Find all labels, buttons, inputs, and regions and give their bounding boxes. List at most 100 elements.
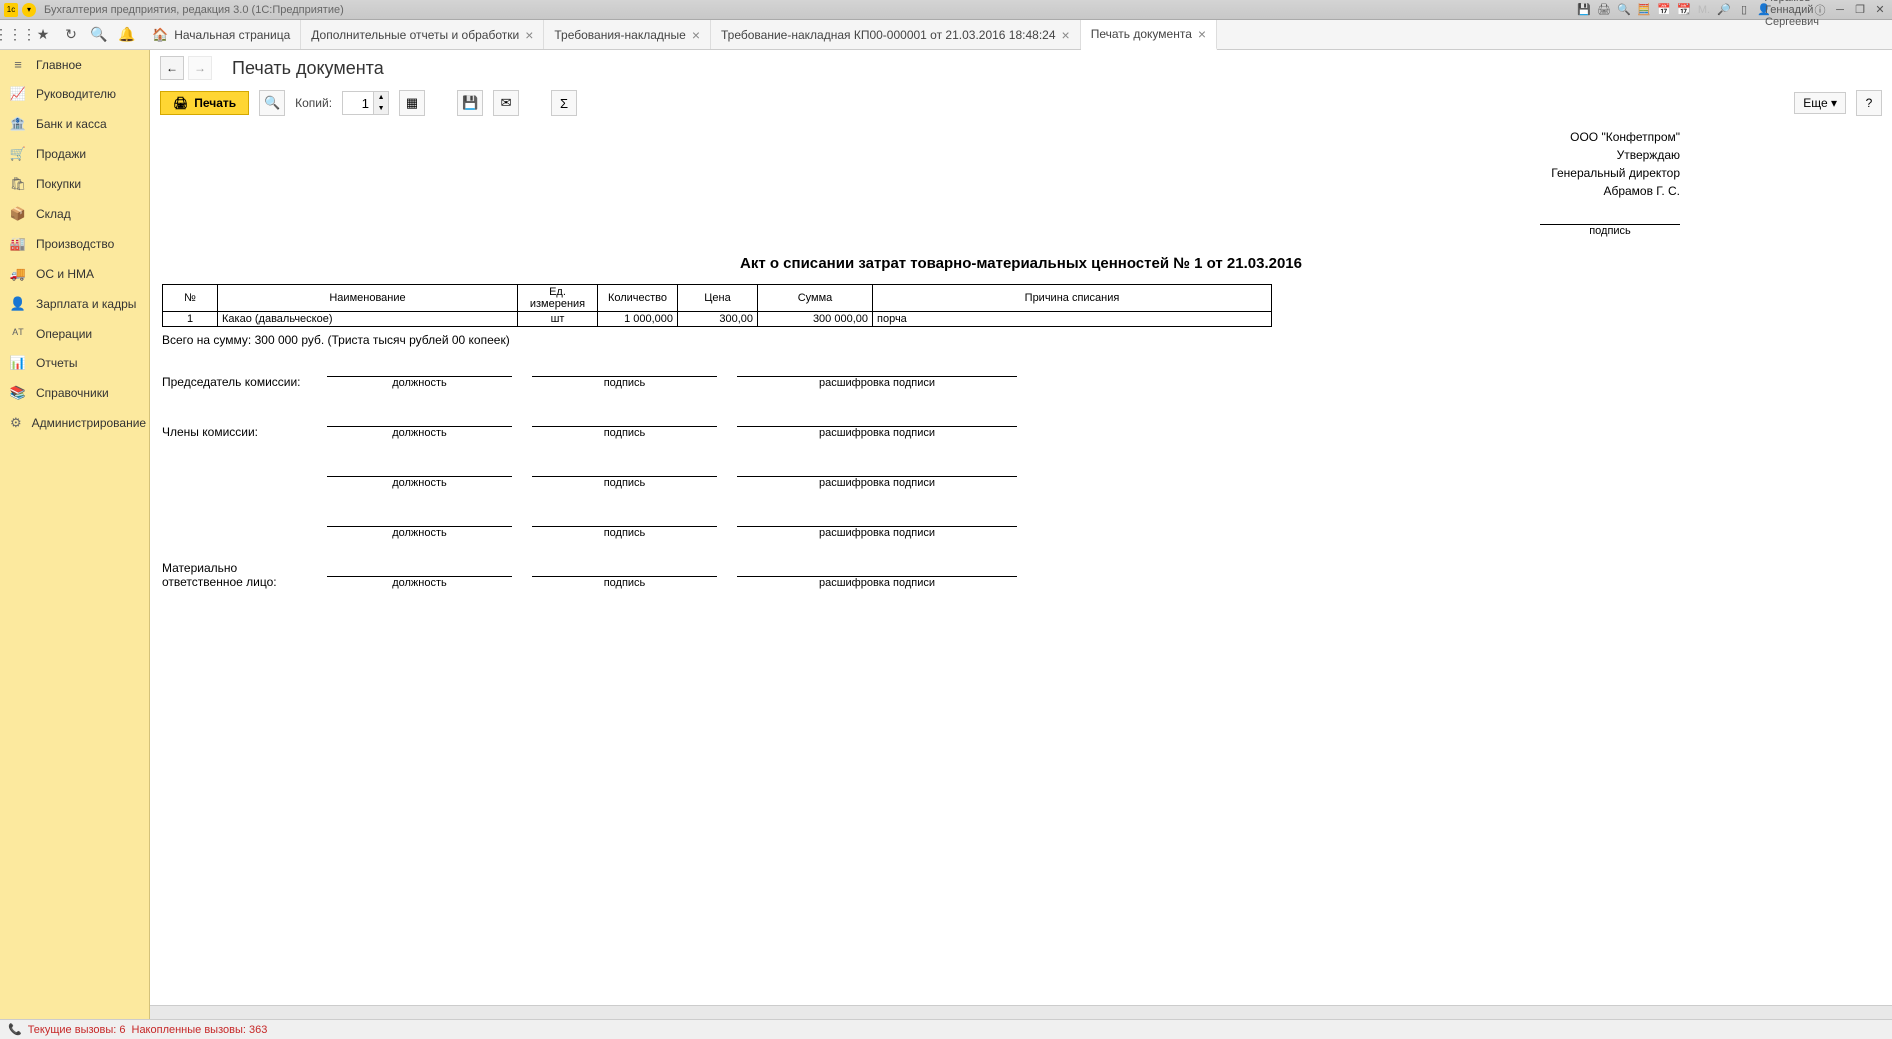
- sidebar-item-production[interactable]: 🏭 Производство: [0, 229, 149, 259]
- sidebar-item-assets[interactable]: 🚚ОС и НМА: [0, 259, 149, 289]
- sidebar-item-label: Отчеты: [36, 356, 77, 370]
- apps-icon[interactable]: ⋮⋮⋮: [6, 26, 24, 44]
- copies-label: Копий:: [295, 96, 332, 110]
- table-button[interactable]: ▦: [399, 90, 425, 116]
- close-icon[interactable]: ✕: [1872, 2, 1888, 18]
- more-button[interactable]: Еще ▾: [1794, 92, 1846, 114]
- director-title: Генеральный директор: [162, 164, 1680, 182]
- cell-sum: 300 000,00: [758, 312, 873, 327]
- close-icon[interactable]: ×: [1198, 26, 1206, 42]
- calendar-icon[interactable]: 📅: [1656, 2, 1672, 18]
- copies-spinner[interactable]: ▲ ▼: [342, 91, 389, 115]
- panel-icon[interactable]: ▯: [1736, 2, 1752, 18]
- sidebar-item-label: Производство: [36, 237, 114, 251]
- minimize-icon[interactable]: ─: [1832, 2, 1848, 18]
- dropdown-icon[interactable]: ▾: [22, 3, 36, 17]
- sidebar-item-sales[interactable]: 🛒Продажи: [0, 139, 149, 169]
- close-icon[interactable]: ×: [525, 27, 533, 43]
- document-area[interactable]: ООО "Конфетпром" Утверждаю Генеральный д…: [150, 120, 1892, 1005]
- cell-name: Какао (давальческое): [218, 312, 518, 327]
- tab-label: Дополнительные отчеты и обработки: [311, 28, 519, 42]
- search-icon[interactable]: 🔍: [90, 26, 108, 44]
- close-icon[interactable]: ×: [1062, 27, 1070, 43]
- calc-icon[interactable]: 🧮: [1636, 2, 1652, 18]
- schedule-icon[interactable]: 📆: [1676, 2, 1692, 18]
- sum-button[interactable]: Σ: [551, 90, 577, 116]
- forward-button[interactable]: →: [188, 56, 212, 80]
- help-button[interactable]: ?: [1856, 90, 1882, 116]
- sidebar: ≡Главное 📈Руководителю 🏦Банк и касса 🛒Пр…: [0, 50, 150, 1019]
- user-name[interactable]: Абрамов Геннадий Сергеевич: [1784, 2, 1800, 18]
- save-icon[interactable]: 💾: [1576, 2, 1592, 18]
- sidebar-item-bank[interactable]: 🏦Банк и касса: [0, 109, 149, 139]
- bell-icon[interactable]: 🔔: [118, 26, 136, 44]
- preview-button[interactable]: 🔍: [259, 90, 285, 116]
- info-icon[interactable]: ⓘ: [1812, 2, 1828, 18]
- save-button[interactable]: 💾: [457, 90, 483, 116]
- sidebar-item-purchases[interactable]: 🛍Покупки: [0, 169, 149, 199]
- report-icon: 📊: [10, 355, 26, 371]
- bag-icon: 🛍: [10, 176, 26, 192]
- signature-line: подпись: [1540, 224, 1680, 237]
- sidebar-item-operations[interactable]: ᴬᵀОперации: [0, 319, 149, 348]
- status-accumulated: Накопленные вызовы: 363: [132, 1024, 268, 1036]
- tab-home[interactable]: 🏠 Начальная страница: [142, 20, 301, 49]
- copies-input[interactable]: [343, 92, 373, 114]
- close-icon[interactable]: ×: [692, 27, 700, 43]
- table-row: 1 Какао (давальческое) шт 1 000,000 300,…: [163, 312, 1272, 327]
- preview-icon[interactable]: 🔍: [1616, 2, 1632, 18]
- total-line: Всего на сумму: 300 000 руб. (Триста тыс…: [162, 333, 1880, 347]
- status-icon: 📞: [8, 1023, 22, 1036]
- cell-qty: 1 000,000: [598, 312, 678, 327]
- tab-requirement-doc[interactable]: Требование-накладная КП00-000001 от 21.0…: [711, 20, 1081, 49]
- sign-caption: подпись: [1540, 225, 1680, 237]
- cap-decipher: расшифровка подписи: [737, 377, 1017, 389]
- sidebar-item-salary[interactable]: 👤Зарплата и кадры: [0, 289, 149, 319]
- cell-num: 1: [163, 312, 218, 327]
- spinner-up-icon[interactable]: ▲: [374, 92, 388, 103]
- factory-icon: 🏭: [10, 236, 26, 252]
- print-icon[interactable]: 🖨: [1596, 2, 1612, 18]
- director-name: Абрамов Г. С.: [162, 182, 1680, 200]
- sidebar-item-manager[interactable]: 📈Руководителю: [0, 79, 149, 109]
- person-icon: 👤: [10, 296, 26, 312]
- box-icon: 📦: [10, 206, 26, 222]
- tab-requirements[interactable]: Требования-накладные ×: [544, 20, 711, 49]
- books-icon: 📚: [10, 385, 26, 401]
- org-name: ООО "Конфетпром": [162, 128, 1680, 146]
- doc-title: Акт о списании затрат товарно-материальн…: [162, 255, 1880, 272]
- sidebar-item-label: Операции: [36, 327, 92, 341]
- sidebar-item-label: Справочники: [36, 386, 109, 400]
- sidebar-item-main[interactable]: ≡Главное: [0, 50, 149, 79]
- sidebar-item-reports[interactable]: 📊 Отчеты: [0, 348, 149, 378]
- th-reason: Причина списания: [873, 285, 1272, 312]
- print-label: Печать: [194, 96, 236, 110]
- status-current: Текущие вызовы: 6: [28, 1024, 126, 1036]
- titlebar: 1с ▾ Бухгалтерия предприятия, редакция 3…: [0, 0, 1892, 20]
- home-icon: 🏠: [152, 27, 168, 43]
- sidebar-item-reference[interactable]: 📚 Справочники: [0, 378, 149, 408]
- content: ← → Печать документа 🖨 Печать 🔍 Копий: ▲…: [150, 50, 1892, 1019]
- tab-print-doc[interactable]: Печать документа ×: [1081, 20, 1217, 50]
- sidebar-item-label: Администрирование: [32, 416, 146, 430]
- tab-label: Требование-накладная КП00-000001 от 21.0…: [721, 28, 1056, 42]
- gear-icon: ⚙: [10, 415, 22, 431]
- back-button[interactable]: ←: [160, 56, 184, 80]
- action-toolbar: 🖨 Печать 🔍 Копий: ▲ ▼ ▦ 💾 ✉ Σ Еще ▾ ?: [150, 86, 1892, 120]
- sidebar-item-admin[interactable]: ⚙ Администрирование: [0, 408, 149, 438]
- star-icon[interactable]: ★: [34, 26, 52, 44]
- statusbar: 📞 Текущие вызовы: 6 Накопленные вызовы: …: [0, 1019, 1892, 1039]
- print-button[interactable]: 🖨 Печать: [160, 91, 249, 115]
- printer-icon: 🖨: [173, 96, 188, 110]
- cap-position: должность: [327, 377, 512, 389]
- tab-reports[interactable]: Дополнительные отчеты и обработки ×: [301, 20, 544, 49]
- m-icon[interactable]: M.: [1696, 2, 1712, 18]
- maximize-icon[interactable]: ❐: [1852, 2, 1868, 18]
- sidebar-item-label: Главное: [36, 58, 82, 72]
- mail-button[interactable]: ✉: [493, 90, 519, 116]
- spinner-down-icon[interactable]: ▼: [374, 103, 388, 114]
- horizontal-scrollbar[interactable]: [150, 1005, 1892, 1019]
- history-icon[interactable]: ↻: [62, 26, 80, 44]
- sidebar-item-warehouse[interactable]: 📦Склад: [0, 199, 149, 229]
- zoom-icon[interactable]: 🔎: [1716, 2, 1732, 18]
